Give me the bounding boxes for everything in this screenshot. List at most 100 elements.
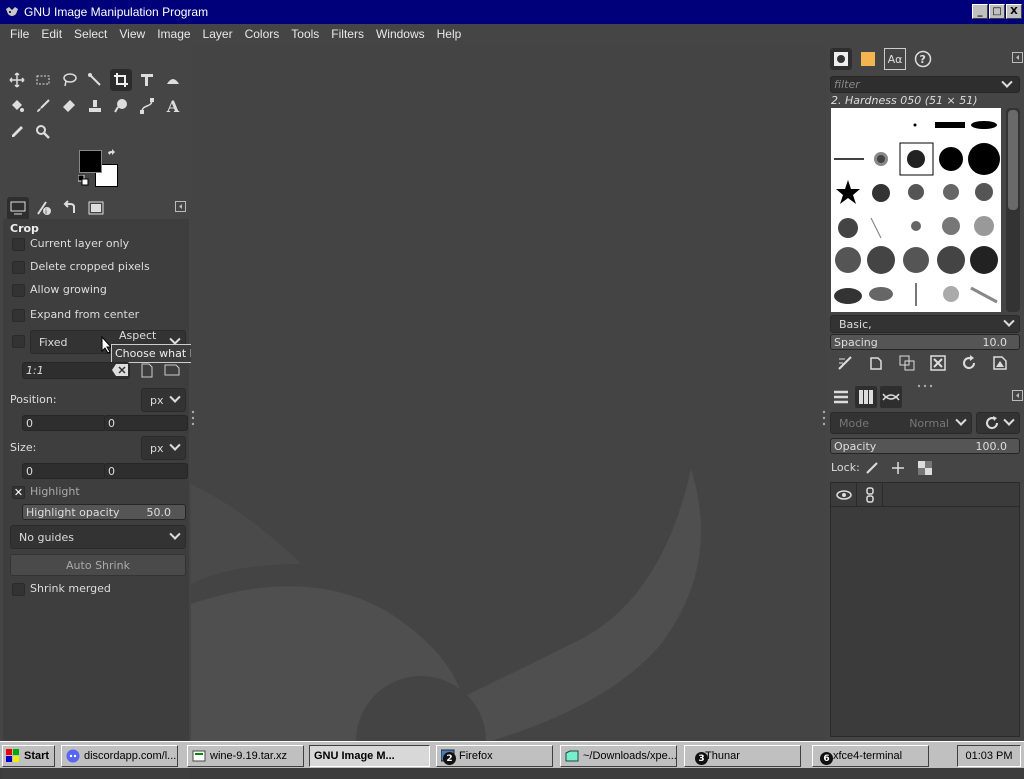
fixed-checkbox[interactable] xyxy=(12,335,25,348)
text-tool-icon[interactable]: A xyxy=(162,95,184,117)
auto-shrink-button[interactable]: Auto Shrink xyxy=(10,554,186,576)
task-wine[interactable]: wine-9.19.tar.xz xyxy=(187,745,304,767)
layers-tab-icon[interactable] xyxy=(830,386,852,408)
guides-dropdown[interactable]: No guides xyxy=(10,525,186,549)
spacing-slider[interactable]: Spacing 10.0 xyxy=(830,334,1020,350)
warp-transform-icon[interactable] xyxy=(162,69,184,91)
brushes-tab-icon[interactable] xyxy=(830,48,852,70)
tool-options-panel xyxy=(3,219,189,779)
eraser-icon[interactable] xyxy=(58,95,80,117)
image-canvas[interactable] xyxy=(191,44,826,779)
fonts-tab-icon[interactable]: Aα xyxy=(884,48,906,70)
expand-center-checkbox[interactable] xyxy=(12,309,25,322)
open-brush-as-image-icon[interactable] xyxy=(989,352,1011,374)
landscape-icon[interactable] xyxy=(164,364,180,379)
brush-filter-input[interactable]: filter xyxy=(830,76,1020,93)
portrait-icon[interactable] xyxy=(141,363,153,381)
menu-file[interactable]: File xyxy=(4,27,35,41)
crop-tool-icon[interactable] xyxy=(110,69,132,91)
chain-link-icon[interactable] xyxy=(857,483,883,507)
paths-icon[interactable] xyxy=(136,95,158,117)
smudge-icon[interactable] xyxy=(110,95,132,117)
composite-mode-dropdown[interactable] xyxy=(976,412,1020,434)
clear-field-icon[interactable] xyxy=(112,364,128,376)
maximize-button[interactable]: □ xyxy=(989,4,1005,19)
brush-scrollbar[interactable] xyxy=(1006,108,1020,312)
task-discord[interactable]: discordapp.com/l... xyxy=(61,745,178,767)
rect-select-icon[interactable] xyxy=(32,69,54,91)
help-tab-icon[interactable]: ? xyxy=(912,48,934,70)
position-y-input[interactable]: 0 xyxy=(104,415,188,431)
menu-windows[interactable]: Windows xyxy=(370,27,431,41)
configure-tab-icon[interactable] xyxy=(175,201,186,212)
menu-filters[interactable]: Filters xyxy=(325,27,370,41)
configure-tab-icon[interactable] xyxy=(1012,52,1023,63)
left-dock-handle[interactable] xyxy=(191,409,195,427)
device-status-tab-icon[interactable]: i xyxy=(33,197,55,219)
highlight-opacity-slider[interactable]: Highlight opacity 50.0 xyxy=(22,504,186,520)
paintbrush-icon[interactable] xyxy=(32,95,54,117)
fuzzy-select-icon[interactable] xyxy=(84,69,106,91)
delete-cropped-checkbox[interactable] xyxy=(12,261,25,274)
shrink-merged-checkbox[interactable] xyxy=(12,583,25,596)
chevron-down-icon xyxy=(1001,77,1013,88)
dock-separator-handle[interactable] xyxy=(916,378,934,388)
zoom-icon[interactable] xyxy=(32,121,54,143)
layers-list[interactable] xyxy=(830,482,1020,737)
menu-edit[interactable]: Edit xyxy=(35,27,68,41)
menu-layer[interactable]: Layer xyxy=(197,27,239,41)
default-colors-icon[interactable] xyxy=(77,174,89,186)
allow-growing-checkbox[interactable] xyxy=(12,284,25,297)
task-label: GNU Image M... xyxy=(314,750,395,762)
position-unit-dropdown[interactable]: px xyxy=(141,388,186,412)
size-height-input[interactable]: 0 xyxy=(104,463,188,479)
menu-colors[interactable]: Colors xyxy=(239,27,286,41)
tool-options-tab-icon[interactable] xyxy=(7,197,29,219)
brush-tag-dropdown[interactable]: Basic, xyxy=(830,315,1020,333)
channels-tab-icon[interactable] xyxy=(855,386,877,408)
menu-select[interactable]: Select xyxy=(68,27,113,41)
menu-view[interactable]: View xyxy=(113,27,151,41)
lock-alpha-icon[interactable] xyxy=(914,457,936,479)
menu-image[interactable]: Image xyxy=(151,27,196,41)
move-tool-icon[interactable] xyxy=(6,69,28,91)
menu-help[interactable]: Help xyxy=(431,27,468,41)
close-button[interactable]: X xyxy=(1006,4,1022,19)
task-downloads[interactable]: ~/Downloads/xpe... xyxy=(560,745,677,767)
color-picker-icon[interactable] xyxy=(6,121,28,143)
layer-opacity-slider[interactable]: Opacity 100.0 xyxy=(830,438,1020,454)
brush-grid[interactable] xyxy=(831,108,1001,312)
start-button[interactable]: Start xyxy=(2,745,55,767)
paths-tab-icon[interactable] xyxy=(880,386,902,408)
delete-brush-icon[interactable] xyxy=(927,352,949,374)
patterns-tab-icon[interactable] xyxy=(857,48,879,70)
swap-colors-icon[interactable] xyxy=(106,149,118,161)
free-select-icon[interactable] xyxy=(58,69,80,91)
lock-position-icon[interactable] xyxy=(887,457,909,479)
highlight-checkbox[interactable]: ✕ xyxy=(12,486,25,499)
right-dock-handle[interactable] xyxy=(822,409,826,427)
configure-tab-icon[interactable] xyxy=(1012,390,1023,401)
clone-icon[interactable] xyxy=(84,95,106,117)
bucket-fill-icon[interactable] xyxy=(6,95,28,117)
task-gimp[interactable]: GNU Image M... xyxy=(309,745,430,767)
foreground-color-swatch[interactable] xyxy=(79,150,102,173)
undo-history-tab-icon[interactable] xyxy=(59,197,81,219)
size-width-input[interactable]: 0 xyxy=(22,463,106,479)
size-unit-dropdown[interactable]: px xyxy=(141,436,186,460)
current-layer-only-checkbox[interactable] xyxy=(12,238,25,251)
edit-brush-icon[interactable] xyxy=(834,352,856,374)
lock-pixels-icon[interactable] xyxy=(861,457,883,479)
images-tab-icon[interactable] xyxy=(85,197,107,219)
layer-mode-dropdown[interactable]: Mode Normal xyxy=(830,412,972,434)
new-brush-icon[interactable] xyxy=(865,352,887,374)
menu-tools[interactable]: Tools xyxy=(285,27,325,41)
clock[interactable]: 01:03 PM xyxy=(957,745,1021,767)
svg-text:i: i xyxy=(45,208,47,216)
visibility-eye-icon[interactable] xyxy=(831,483,857,507)
minimize-button[interactable]: _ xyxy=(972,4,988,19)
unified-transform-icon[interactable] xyxy=(136,69,158,91)
duplicate-brush-icon[interactable] xyxy=(896,352,918,374)
refresh-brushes-icon[interactable] xyxy=(958,352,980,374)
position-x-input[interactable]: 0 xyxy=(22,415,106,431)
